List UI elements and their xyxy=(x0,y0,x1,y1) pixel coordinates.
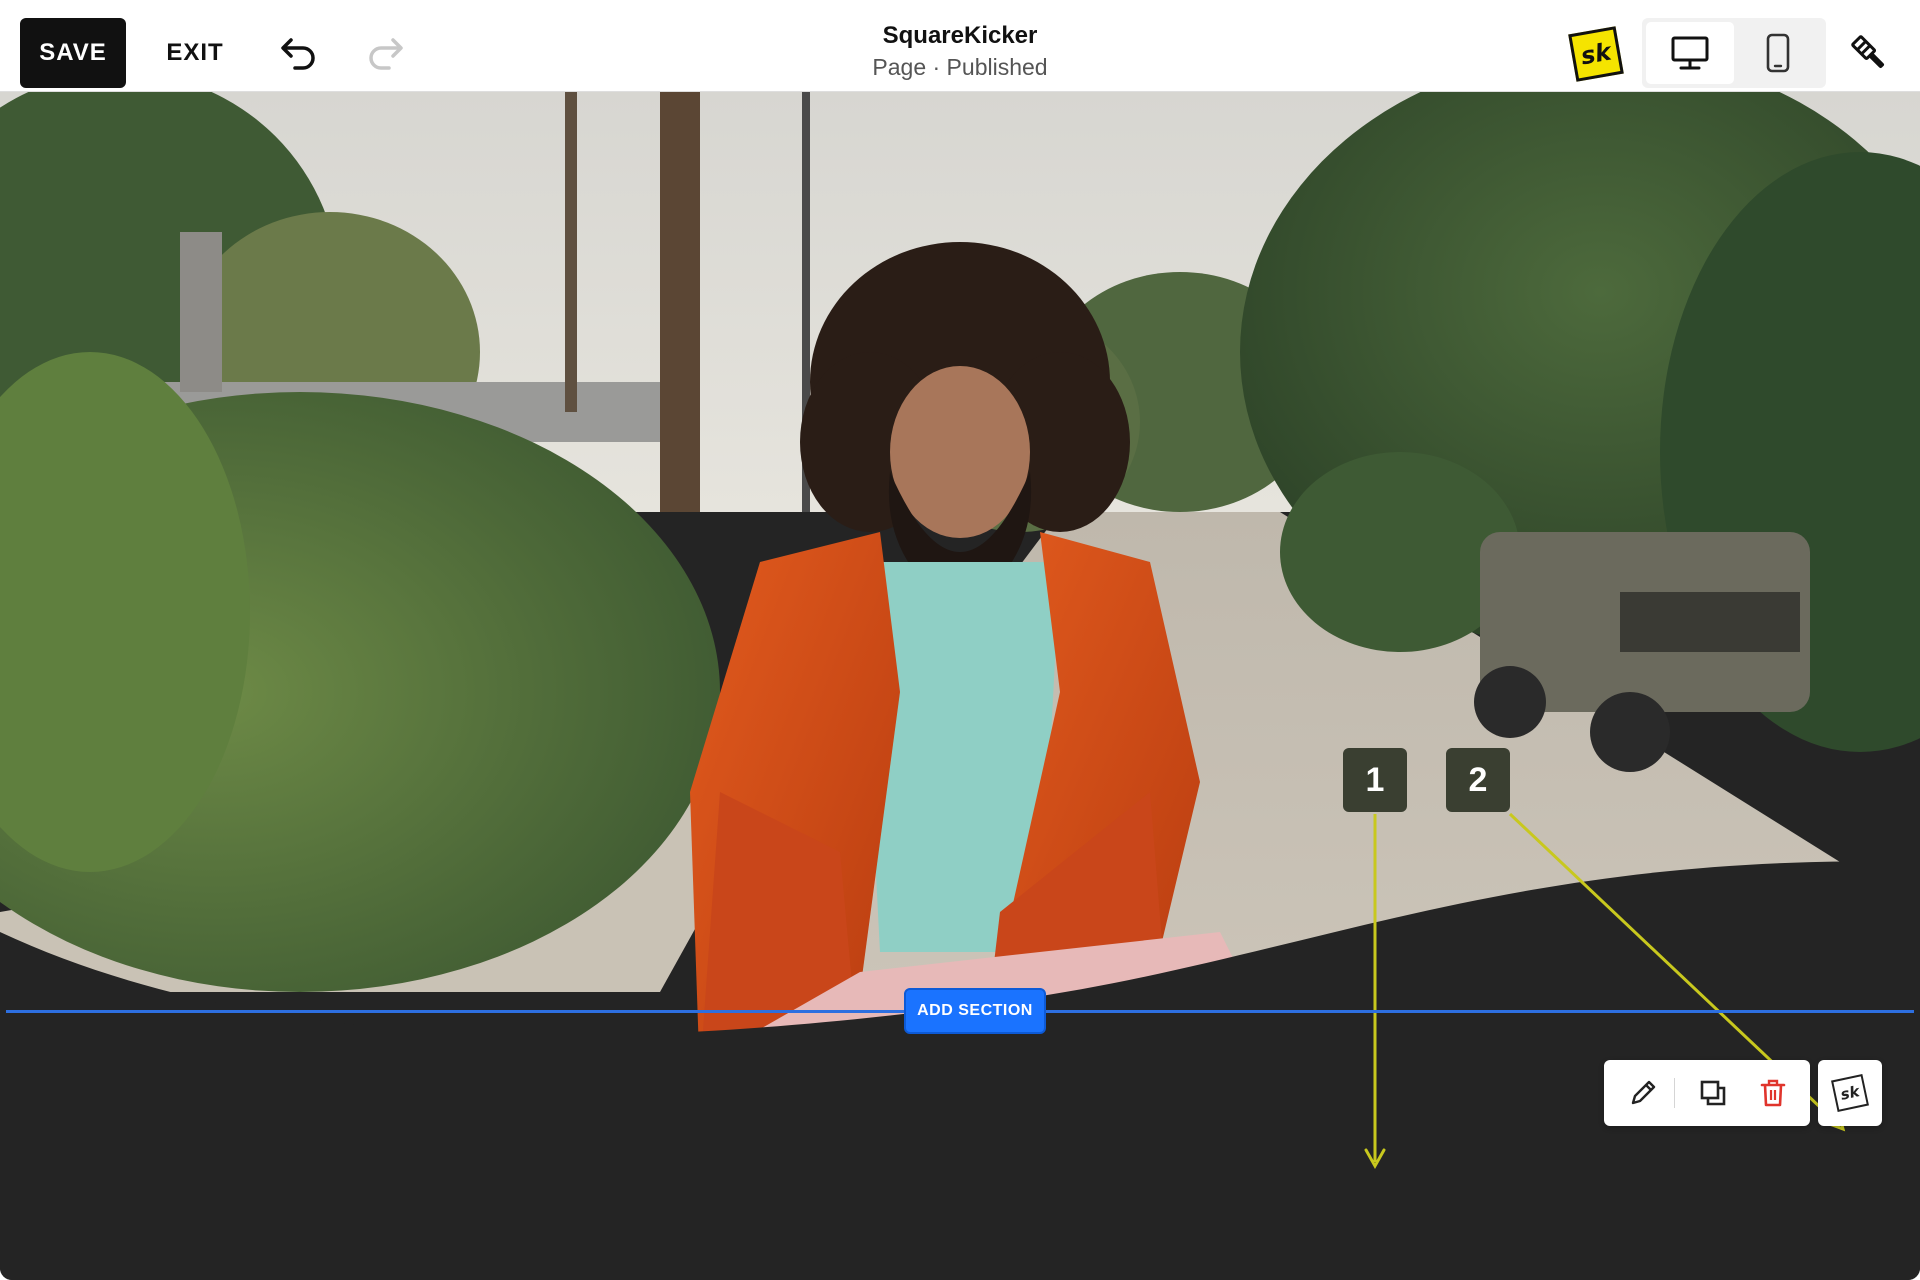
pencil-icon[interactable] xyxy=(1618,1068,1668,1118)
save-button[interactable]: SAVE xyxy=(20,18,126,88)
trash-icon[interactable] xyxy=(1748,1068,1798,1118)
paint-brush-icon[interactable] xyxy=(1842,26,1898,82)
editor-top-bar: SAVE EXIT SquareKicker Page · Published … xyxy=(0,0,1920,92)
mobile-icon xyxy=(1766,33,1790,73)
callout-1: 1 xyxy=(1343,748,1407,812)
callout-1-number: 1 xyxy=(1365,760,1385,799)
sk-logo-text: sk xyxy=(1578,37,1614,71)
site-title: SquareKicker xyxy=(882,22,1038,49)
sk-icon: sk xyxy=(1831,1074,1869,1112)
page-status: Page · Published xyxy=(872,54,1048,80)
squarekicker-block-button[interactable]: sk xyxy=(1818,1060,1882,1126)
desktop-view-button[interactable] xyxy=(1646,22,1734,84)
duplicate-icon[interactable] xyxy=(1688,1068,1738,1118)
hero-section[interactable]: 1 2 ADD SECTION sk xyxy=(0,92,1920,1280)
redo-icon[interactable] xyxy=(360,30,410,74)
exit-button[interactable]: EXIT xyxy=(152,18,238,88)
callout-2: 2 xyxy=(1446,748,1510,812)
squarekicker-logo[interactable]: sk xyxy=(1568,26,1624,82)
add-section-button[interactable]: ADD SECTION xyxy=(904,988,1046,1034)
toolbar-divider xyxy=(1674,1078,1675,1108)
undo-icon[interactable] xyxy=(274,30,324,74)
block-toolbar xyxy=(1604,1060,1810,1126)
sk-icon-label: sk xyxy=(1838,1082,1862,1104)
mobile-view-button[interactable] xyxy=(1734,22,1822,84)
desktop-icon xyxy=(1671,36,1709,70)
callout-2-number: 2 xyxy=(1468,760,1488,799)
